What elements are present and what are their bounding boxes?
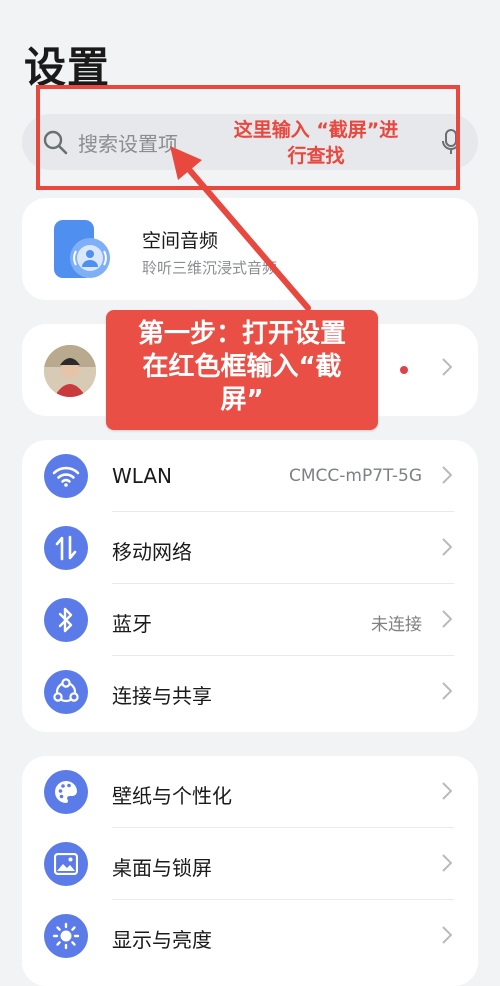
- chevron-right-icon: [442, 926, 452, 944]
- settings-item-label: 移动网络: [112, 540, 192, 564]
- chevron-right-icon: [442, 782, 452, 800]
- brightness-icon: [44, 914, 88, 958]
- annotation-step-line: 第一步：打开设置: [137, 319, 346, 349]
- settings-item-label: 蓝牙: [112, 612, 152, 636]
- annotation-search-hint-line: 行查找: [287, 145, 345, 167]
- settings-item-label: 显示与亮度: [112, 928, 212, 952]
- chevron-right-icon: [442, 682, 452, 700]
- settings-item-label: WLAN: [112, 464, 173, 488]
- share-icon: [44, 670, 88, 714]
- wlan-network-name: CMCC-mP7T-5G: [289, 466, 422, 486]
- spatial-audio-card[interactable]: 空间音频 聆听三维沉浸式音频: [22, 198, 478, 300]
- spatial-audio-title: 空间音频: [142, 230, 219, 252]
- annotation-step-line: 屏”: [220, 385, 264, 415]
- settings-item-label: 壁纸与个性化: [112, 784, 232, 808]
- settings-item-label: 连接与共享: [112, 684, 212, 708]
- spatial-audio-icon: [54, 220, 110, 278]
- avatar: [44, 345, 96, 397]
- settings-item-wallpaper[interactable]: 壁纸与个性化: [22, 756, 478, 828]
- chevron-right-icon: [442, 610, 452, 628]
- settings-item-mobile-network[interactable]: 移动网络: [22, 512, 478, 584]
- mobile-data-icon: [44, 526, 88, 570]
- wifi-icon: [44, 454, 88, 498]
- settings-item-connection-sharing[interactable]: 连接与共享: [22, 656, 478, 728]
- annotation-step-box: 第一步：打开设置 在红色框输入“截 屏”: [106, 310, 378, 430]
- palette-icon: [44, 770, 88, 814]
- annotation-search-hint: 这里输入 “截屏”进 行查找: [218, 117, 414, 169]
- chevron-right-icon: [442, 466, 452, 484]
- image-icon: [44, 842, 88, 886]
- chevron-right-icon: [442, 854, 452, 872]
- chevron-right-icon: [442, 538, 452, 556]
- settings-item-display-brightness[interactable]: 显示与亮度: [22, 900, 478, 972]
- settings-item-bluetooth[interactable]: 蓝牙 未连接: [22, 584, 478, 656]
- annotation-step-line: 在红色框输入“截: [142, 352, 342, 382]
- chevron-right-icon: [442, 358, 452, 376]
- notification-dot: [400, 366, 408, 374]
- bluetooth-icon: [44, 598, 88, 642]
- spatial-audio-subtitle: 聆听三维沉浸式音频: [142, 259, 278, 277]
- settings-item-home-lock-screen[interactable]: 桌面与锁屏: [22, 828, 478, 900]
- display-group: 壁纸与个性化 桌面与锁屏 显示与亮度: [22, 756, 478, 986]
- network-group: WLAN CMCC-mP7T-5G 移动网络 蓝牙 未连接 连接与共享: [22, 440, 478, 732]
- bluetooth-status: 未连接: [371, 615, 422, 635]
- settings-item-wlan[interactable]: WLAN CMCC-mP7T-5G: [22, 440, 478, 512]
- settings-item-label: 桌面与锁屏: [112, 856, 212, 880]
- annotation-search-hint-line: 这里输入 “截屏”进: [233, 119, 399, 141]
